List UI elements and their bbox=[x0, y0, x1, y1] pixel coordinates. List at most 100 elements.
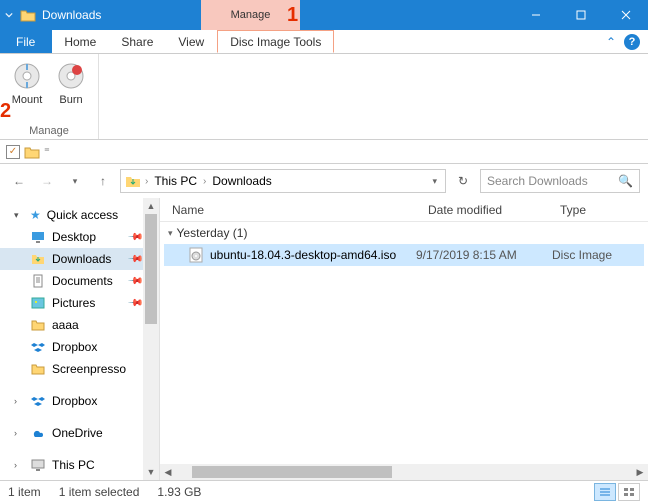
chevron-right-icon: › bbox=[203, 176, 206, 187]
sidebar-this-pc[interactable]: ›This PC bbox=[0, 454, 159, 476]
scroll-left-icon[interactable]: ◀ bbox=[160, 467, 176, 478]
maximize-button[interactable] bbox=[558, 0, 603, 30]
sidebar-desktop[interactable]: Desktop📌 bbox=[0, 226, 159, 248]
burn-button[interactable]: Burn bbox=[50, 58, 92, 108]
breadcrumb-downloads[interactable]: Downloads bbox=[210, 174, 273, 188]
documents-icon bbox=[30, 273, 46, 289]
tab-file[interactable]: File bbox=[0, 30, 52, 53]
address-bar[interactable]: › This PC › Downloads ▾ bbox=[120, 169, 446, 193]
file-row[interactable]: ubuntu-18.04.3-desktop-amd64.iso 9/17/20… bbox=[164, 244, 644, 266]
search-icon: 🔍 bbox=[618, 174, 633, 188]
pin-icon: 📌 bbox=[126, 229, 143, 246]
tab-share[interactable]: Share bbox=[109, 30, 166, 53]
dropbox-icon bbox=[30, 339, 46, 355]
annotation-2: 2 bbox=[0, 100, 11, 123]
navigation-pane: ▾★Quick access Desktop📌 Downloads📌 Docum… bbox=[0, 198, 160, 480]
icons-view-button[interactable] bbox=[618, 483, 640, 501]
group-header-yesterday[interactable]: ▾ Yesterday (1) bbox=[160, 222, 648, 244]
mount-icon bbox=[11, 60, 43, 92]
file-name: ubuntu-18.04.3-desktop-amd64.iso bbox=[210, 248, 396, 262]
forward-button[interactable]: → bbox=[36, 170, 58, 192]
back-button[interactable]: ← bbox=[8, 170, 30, 192]
close-button[interactable] bbox=[603, 0, 648, 30]
downloads-icon bbox=[125, 173, 141, 189]
details-view-button[interactable] bbox=[594, 483, 616, 501]
qat-dropdown-icon[interactable] bbox=[0, 0, 18, 30]
qat-overflow-icon[interactable]: ⁼ bbox=[44, 145, 50, 158]
downloads-icon bbox=[30, 251, 46, 267]
search-placeholder: Search Downloads bbox=[487, 174, 588, 188]
ribbon-group-label: Manage bbox=[29, 125, 69, 137]
sidebar-onedrive[interactable]: ›OneDrive bbox=[0, 422, 159, 444]
annotation-1: 1 bbox=[287, 4, 298, 27]
titlebar: Downloads Manage bbox=[0, 0, 648, 30]
chevron-right-icon: › bbox=[145, 176, 148, 187]
scroll-right-icon[interactable]: ▶ bbox=[632, 467, 648, 478]
folder-mini-icon bbox=[24, 144, 40, 160]
column-name[interactable]: Name bbox=[160, 203, 416, 217]
scroll-down-icon[interactable]: ▼ bbox=[143, 464, 159, 480]
file-list-pane: Name Date modified Type ▾ Yesterday (1) … bbox=[160, 198, 648, 480]
search-input[interactable]: Search Downloads 🔍 bbox=[480, 169, 640, 193]
recent-dropdown-icon[interactable]: ▾ bbox=[64, 170, 86, 192]
this-pc-icon bbox=[30, 457, 46, 473]
scroll-thumb[interactable] bbox=[145, 214, 157, 324]
column-date[interactable]: Date modified bbox=[416, 203, 548, 217]
scroll-thumb[interactable] bbox=[192, 466, 392, 478]
sidebar-aaaa[interactable]: aaaa bbox=[0, 314, 159, 336]
dropbox-icon bbox=[30, 393, 46, 409]
sidebar-dropbox-pinned[interactable]: Dropbox bbox=[0, 336, 159, 358]
column-type[interactable]: Type bbox=[548, 203, 648, 217]
tab-disc-image-tools[interactable]: Disc Image Tools bbox=[217, 30, 334, 53]
refresh-button[interactable]: ↻ bbox=[452, 174, 474, 188]
folder-icon bbox=[30, 361, 46, 377]
horizontal-scrollbar[interactable]: ◀ ▶ bbox=[160, 464, 648, 480]
file-type: Disc Image bbox=[548, 248, 612, 262]
sidebar-downloads[interactable]: Downloads📌 bbox=[0, 248, 159, 270]
pin-icon: 📌 bbox=[126, 273, 143, 290]
address-dropdown-icon[interactable]: ▾ bbox=[428, 176, 441, 187]
desktop-icon bbox=[30, 229, 46, 245]
window-title: Downloads bbox=[38, 0, 101, 30]
quick-access-bar: ✓ ⁼ bbox=[0, 140, 648, 164]
tab-home[interactable]: Home bbox=[52, 30, 109, 53]
pin-icon: 📌 bbox=[126, 295, 143, 312]
iso-file-icon bbox=[188, 247, 204, 263]
checkbox-icon[interactable]: ✓ bbox=[6, 145, 20, 159]
folder-icon bbox=[18, 0, 38, 30]
status-bar: 1 item 1 item selected 1.93 GB bbox=[0, 480, 648, 502]
ribbon-group-manage: Mount Burn Manage bbox=[0, 54, 99, 139]
scroll-up-icon[interactable]: ▲ bbox=[143, 198, 159, 214]
minimize-button[interactable] bbox=[513, 0, 558, 30]
status-selected: 1 item selected bbox=[59, 485, 140, 499]
ribbon: Mount Burn Manage bbox=[0, 54, 648, 140]
onedrive-icon bbox=[30, 425, 46, 441]
sidebar-quick-access[interactable]: ▾★Quick access bbox=[0, 204, 159, 226]
address-row: ← → ▾ ↑ › This PC › Downloads ▾ ↻ Search… bbox=[0, 164, 648, 198]
status-item-count: 1 item bbox=[8, 485, 41, 499]
breadcrumb-this-pc[interactable]: This PC bbox=[152, 174, 199, 188]
collapse-ribbon-icon[interactable]: ⌃ bbox=[606, 35, 616, 49]
pin-icon: 📌 bbox=[126, 251, 143, 268]
sidebar-dropbox[interactable]: ›Dropbox bbox=[0, 390, 159, 412]
up-button[interactable]: ↑ bbox=[92, 170, 114, 192]
ribbon-tabs: File Home Share View Disc Image Tools ⌃ … bbox=[0, 30, 648, 54]
contextual-tab-label: Manage bbox=[231, 9, 271, 21]
sidebar-scrollbar[interactable]: ▲ ▼ bbox=[143, 198, 159, 480]
chevron-down-icon: ▾ bbox=[168, 228, 173, 239]
contextual-tab-header[interactable]: Manage bbox=[201, 0, 300, 30]
help-icon[interactable]: ? bbox=[624, 34, 640, 50]
mount-label: Mount bbox=[12, 94, 43, 106]
sidebar-screenpresso[interactable]: Screenpresso bbox=[0, 358, 159, 380]
pictures-icon bbox=[30, 295, 46, 311]
sidebar-pictures[interactable]: Pictures📌 bbox=[0, 292, 159, 314]
burn-label: Burn bbox=[59, 94, 82, 106]
column-headers: Name Date modified Type bbox=[160, 198, 648, 222]
sidebar-documents[interactable]: Documents📌 bbox=[0, 270, 159, 292]
file-date: 9/17/2019 8:15 AM bbox=[416, 248, 548, 262]
folder-icon bbox=[30, 317, 46, 333]
mount-button[interactable]: Mount bbox=[6, 58, 48, 108]
burn-icon bbox=[55, 60, 87, 92]
status-size: 1.93 GB bbox=[157, 485, 201, 499]
tab-view[interactable]: View bbox=[166, 30, 217, 53]
